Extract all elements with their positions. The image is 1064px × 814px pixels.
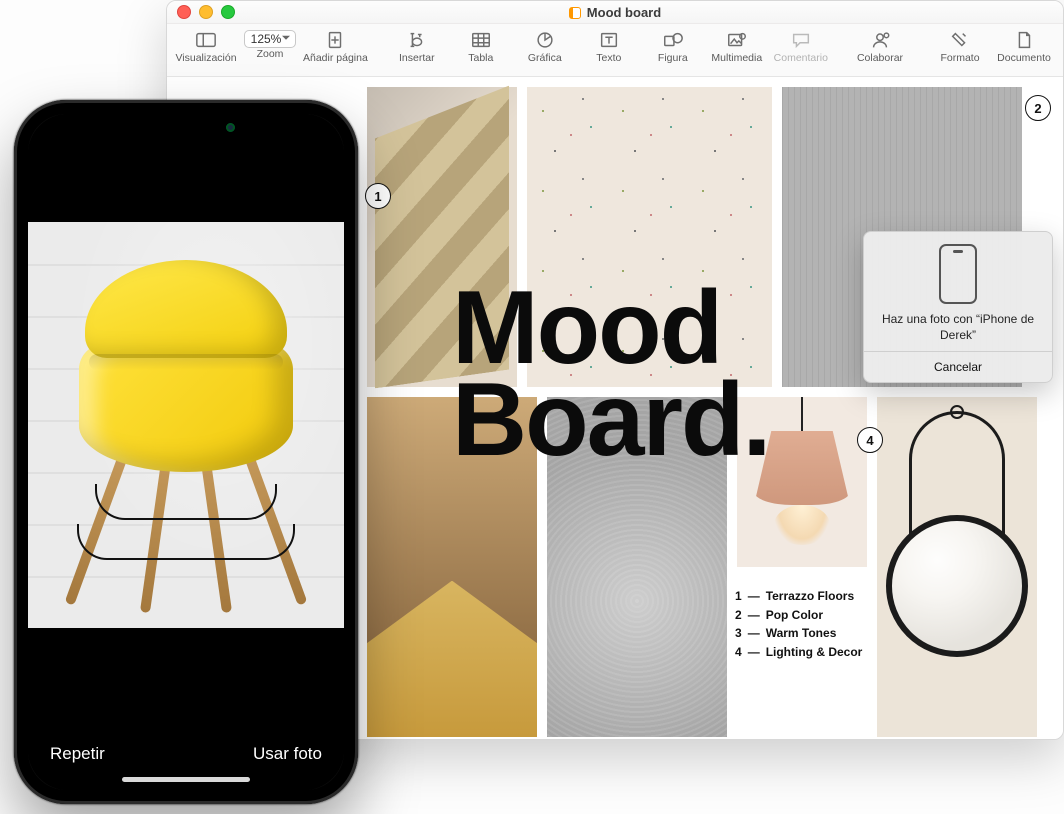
toolbar: Visualización 125% Zoom Añadir página In… [167, 24, 1063, 77]
home-indicator[interactable] [122, 777, 250, 782]
collab-icon [869, 30, 891, 50]
iphone-notch [101, 114, 271, 142]
table-label: Tabla [468, 52, 493, 64]
image-mirror[interactable] [877, 397, 1037, 737]
mirror-circle-shape [886, 515, 1028, 657]
legend-item: 4—Lighting & Decor [735, 643, 862, 662]
use-photo-button[interactable]: Usar foto [253, 744, 322, 764]
captured-photo-preview[interactable] [28, 222, 344, 628]
add-page-label: Añadir página [303, 52, 368, 64]
iphone-screen: Repetir Usar foto [28, 114, 344, 790]
media-label: Multimedia [711, 52, 762, 64]
media-button[interactable]: Multimedia [706, 28, 768, 64]
add-page-icon [324, 30, 346, 50]
collab-button[interactable]: Colaborar [849, 28, 911, 64]
marker-1: 1 [365, 183, 391, 209]
add-page-button[interactable]: Añadir página [303, 28, 368, 64]
page-content: 1 2 4 Mood Board. [367, 87, 1043, 735]
comment-button: Comentario [770, 28, 832, 64]
camera-bottom-bar: Repetir Usar foto [28, 628, 344, 790]
phone-outline-icon [939, 244, 977, 304]
view-label: Visualización [175, 52, 236, 64]
legend-item: 2—Pop Color [735, 606, 862, 625]
continuity-camera-popover: Haz una foto con “iPhone de Derek” Cance… [863, 231, 1053, 383]
marker-4: 4 [857, 427, 883, 453]
popover-message: Haz una foto con “iPhone de Derek” [874, 312, 1042, 343]
table-icon [470, 30, 492, 50]
text-button[interactable]: Texto [578, 28, 640, 64]
media-icon [726, 30, 748, 50]
format-button[interactable]: Formato [929, 28, 991, 64]
marker-2: 2 [1025, 95, 1051, 121]
text-icon [598, 30, 620, 50]
iphone-device: Repetir Usar foto [14, 100, 358, 804]
headline-text[interactable]: Mood Board. [452, 283, 769, 466]
document-button[interactable]: Documento [993, 28, 1055, 64]
document-label: Documento [997, 52, 1051, 64]
comment-label: Comentario [774, 52, 828, 64]
text-label: Texto [596, 52, 621, 64]
view-button[interactable]: Visualización [175, 28, 237, 64]
shape-icon [662, 30, 684, 50]
shape-label: Figura [658, 52, 688, 64]
insert-button[interactable]: Insertar [386, 28, 448, 64]
shape-button[interactable]: Figura [642, 28, 704, 64]
insert-label: Insertar [399, 52, 435, 64]
comment-icon [790, 30, 812, 50]
retake-button[interactable]: Repetir [50, 744, 105, 764]
headline-line-2: Board. [452, 362, 769, 478]
lamp-glow-shape [774, 505, 830, 545]
format-label: Formato [940, 52, 979, 64]
format-icon [949, 30, 971, 50]
document-icon [1013, 30, 1035, 50]
insert-icon [406, 30, 428, 50]
titlebar: Mood board [167, 1, 1063, 24]
legend-item: 3—Warm Tones [735, 624, 862, 643]
zoom-control[interactable]: 125% Zoom [239, 28, 301, 60]
window-title: Mood board [167, 5, 1063, 20]
close-window-button[interactable] [177, 5, 191, 19]
popover-cancel-button[interactable]: Cancelar [864, 351, 1052, 382]
legend-list[interactable]: 1—Terrazzo Floors 2—Pop Color 3—Warm Ton… [735, 587, 862, 661]
photo-chair-legs [71, 448, 301, 622]
minimize-window-button[interactable] [199, 5, 213, 19]
zoom-value[interactable]: 125% [244, 30, 297, 48]
collab-label: Colaborar [857, 52, 903, 64]
chart-button[interactable]: Gráfica [514, 28, 576, 64]
zoom-window-button[interactable] [221, 5, 235, 19]
legend-item: 1—Terrazzo Floors [735, 587, 862, 606]
lamp-cord-shape [801, 397, 803, 433]
chart-icon [534, 30, 556, 50]
chart-label: Gráfica [528, 52, 562, 64]
view-icon [195, 30, 217, 50]
table-button[interactable]: Tabla [450, 28, 512, 64]
zoom-label: Zoom [257, 48, 284, 60]
photo-chair-seat [79, 344, 293, 472]
window-controls [177, 5, 235, 19]
